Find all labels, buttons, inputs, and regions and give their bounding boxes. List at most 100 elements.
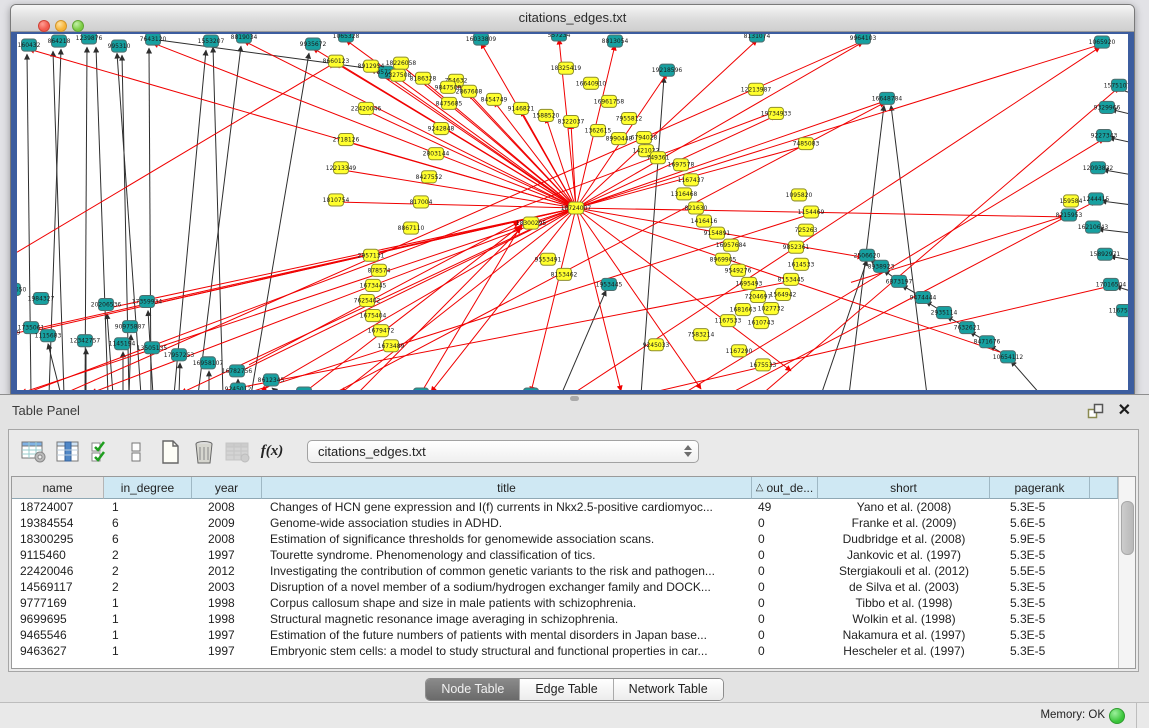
table-cell[interactable]: 1 <box>104 643 192 659</box>
table-cell[interactable]: Franke et al. (2009) <box>818 515 990 531</box>
graph-node[interactable]: 90975887 <box>115 321 146 333</box>
graph-node[interactable]: 1553207 <box>198 35 225 47</box>
column-header-pagerank[interactable]: pagerank <box>990 477 1090 499</box>
table-row[interactable]: 946362711997Embryonic stem cells: a mode… <box>12 643 1118 659</box>
graph-node[interactable]: 9245012 <box>225 383 252 390</box>
table-cell[interactable]: 1 <box>104 611 192 627</box>
graph-node[interactable]: 9964103 <box>850 34 877 44</box>
graph-node[interactable]: 1167029 <box>408 388 435 390</box>
table-cell[interactable]: 14569117 <box>12 579 104 595</box>
graph-node[interactable]: 8153462 <box>551 268 578 280</box>
graph-node[interactable]: 878574 <box>368 264 391 276</box>
table-cell[interactable]: Tourette syndrome. Phenomenology and cla… <box>262 547 752 563</box>
graph-node[interactable]: 16640910 <box>576 77 607 89</box>
new-document-icon[interactable] <box>153 437 187 467</box>
graph-node[interactable]: 15751074 <box>1104 79 1128 91</box>
table-cell[interactable]: 6 <box>104 531 192 547</box>
graph-node[interactable]: 16648784 <box>872 92 903 104</box>
graph-node[interactable]: 159584 <box>1060 195 1083 207</box>
graph-node[interactable]: 8563041 <box>518 388 545 390</box>
graph-node[interactable]: 8612345 <box>258 374 285 386</box>
graph-node[interactable]: 1065328 <box>333 34 360 42</box>
graph-node[interactable]: 1564942 <box>770 288 797 300</box>
table-cell[interactable]: 1998 <box>192 611 262 627</box>
graph-node[interactable]: 7955812 <box>616 112 643 124</box>
table-cell[interactable]: 2009 <box>192 515 262 531</box>
graph-node[interactable]: 20206536 <box>91 298 122 310</box>
column-header-in_degree[interactable]: in_degree <box>104 477 192 499</box>
graph-node[interactable]: 1167290 <box>726 345 753 357</box>
graph-node[interactable]: 10654112 <box>993 351 1024 363</box>
graph-node[interactable]: 15892971 <box>1090 248 1121 260</box>
table-cell[interactable]: 0 <box>752 595 818 611</box>
table-row[interactable]: 946554611997Estimation of the future num… <box>12 627 1118 643</box>
table-cell[interactable]: 5.3E-5 <box>990 595 1090 611</box>
graph-node[interactable]: 7543210 <box>291 387 318 390</box>
table-cell[interactable]: 6 <box>104 515 192 531</box>
graph-node[interactable]: 821630 <box>685 202 708 214</box>
graph-node[interactable]: 1316468 <box>671 188 698 200</box>
graph-node[interactable]: 12213987 <box>741 83 772 95</box>
graph-node[interactable]: 17957253 <box>164 349 195 361</box>
graph-node[interactable]: 160432 <box>18 39 41 51</box>
graph-node[interactable]: 16210643 <box>1078 221 1109 233</box>
float-panel-icon[interactable] <box>1087 403 1105 419</box>
splitter-grip[interactable] <box>570 396 579 401</box>
table-row[interactable]: 977716911998Corpus callosum shape and si… <box>12 595 1118 611</box>
table-row[interactable]: 1872400712008Changes of HCN gene express… <box>12 499 1118 515</box>
graph-node[interactable]: 8427552 <box>416 171 443 183</box>
graph-node[interactable]: 2620650 <box>17 283 26 295</box>
graph-node[interactable]: 2506620 <box>854 249 881 261</box>
table-cell[interactable]: 0 <box>752 563 818 579</box>
graph-node[interactable]: 7643120 <box>140 34 167 45</box>
graph-node[interactable]: 1610743 <box>748 317 775 329</box>
table-cell[interactable]: Yano et al. (2008) <box>818 499 990 515</box>
graph-node[interactable]: 19734933 <box>761 107 792 119</box>
graph-node[interactable]: 8813054 <box>602 35 629 47</box>
table-cell[interactable]: 5.3E-5 <box>990 547 1090 563</box>
graph-node[interactable]: 7583214 <box>688 329 715 341</box>
table-cell[interactable]: 0 <box>752 547 818 563</box>
graph-node[interactable]: 725263 <box>795 224 818 236</box>
table-cell[interactable]: de Silva et al. (2003) <box>818 579 990 595</box>
close-panel-icon[interactable]: ✕ <box>1118 400 1131 420</box>
table-cell[interactable]: Estimation of significance thresholds fo… <box>262 531 752 547</box>
graph-node[interactable]: 1673445 <box>360 279 387 291</box>
table-row[interactable]: 969969511998Structural magnetic resonanc… <box>12 611 1118 627</box>
graph-node[interactable]: 8819034 <box>231 34 258 43</box>
table-cell[interactable]: Wolkin et al. (1998) <box>818 611 990 627</box>
table-cell[interactable]: 2008 <box>192 531 262 547</box>
table-cell[interactable]: 18724007 <box>12 499 104 515</box>
table-cell[interactable]: 1 <box>104 595 192 611</box>
table-cell[interactable]: Genome-wide association studies in ADHD. <box>262 515 752 531</box>
table-cell[interactable]: Disruption of a novel member of a sodium… <box>262 579 752 595</box>
table-cell[interactable]: 9777169 <box>12 595 104 611</box>
table-cell[interactable]: Investigating the contribution of common… <box>262 563 752 579</box>
table-cell[interactable]: 5.9E-5 <box>990 531 1090 547</box>
tab-network-table[interactable]: Network Table <box>614 679 723 700</box>
table-cell[interactable]: Nakamura et al. (1997) <box>818 627 990 643</box>
table-cell[interactable]: 1997 <box>192 643 262 659</box>
scrollbar-thumb[interactable] <box>1121 501 1134 555</box>
table-cell[interactable]: 2 <box>104 563 192 579</box>
table-cell[interactable]: Structural magnetic resonance image aver… <box>262 611 752 627</box>
tab-edge-table[interactable]: Edge Table <box>520 679 613 700</box>
table-cell[interactable]: Changes of HCN gene expression and I(f) … <box>262 499 752 515</box>
table-cell[interactable]: 5.6E-5 <box>990 515 1090 531</box>
graph-node[interactable]: 1588520 <box>533 109 560 121</box>
graph-node[interactable]: 1095820 <box>786 189 813 201</box>
table-cell[interactable]: Jankovic et al. (1997) <box>818 547 990 563</box>
delete-trash-icon[interactable] <box>187 437 221 467</box>
table-cell[interactable]: 2012 <box>192 563 262 579</box>
tab-node-table[interactable]: Node Table <box>426 679 520 700</box>
graph-node[interactable]: 1145194 <box>109 338 136 350</box>
table-cell[interactable]: Corpus callosum shape and size in male p… <box>262 595 752 611</box>
graph-node[interactable]: 8867110 <box>398 222 425 234</box>
table-cell[interactable]: 0 <box>752 611 818 627</box>
table-cell[interactable]: 22420046 <box>12 563 104 579</box>
graph-node[interactable]: 1167437 <box>678 174 705 186</box>
table-row[interactable]: 911546021997Tourette syndrome. Phenomeno… <box>12 547 1118 563</box>
graph-node[interactable]: 9474444 <box>910 291 937 303</box>
graph-node[interactable]: 16033809 <box>466 34 497 45</box>
graph-node[interactable]: 9329966 <box>1094 101 1121 113</box>
